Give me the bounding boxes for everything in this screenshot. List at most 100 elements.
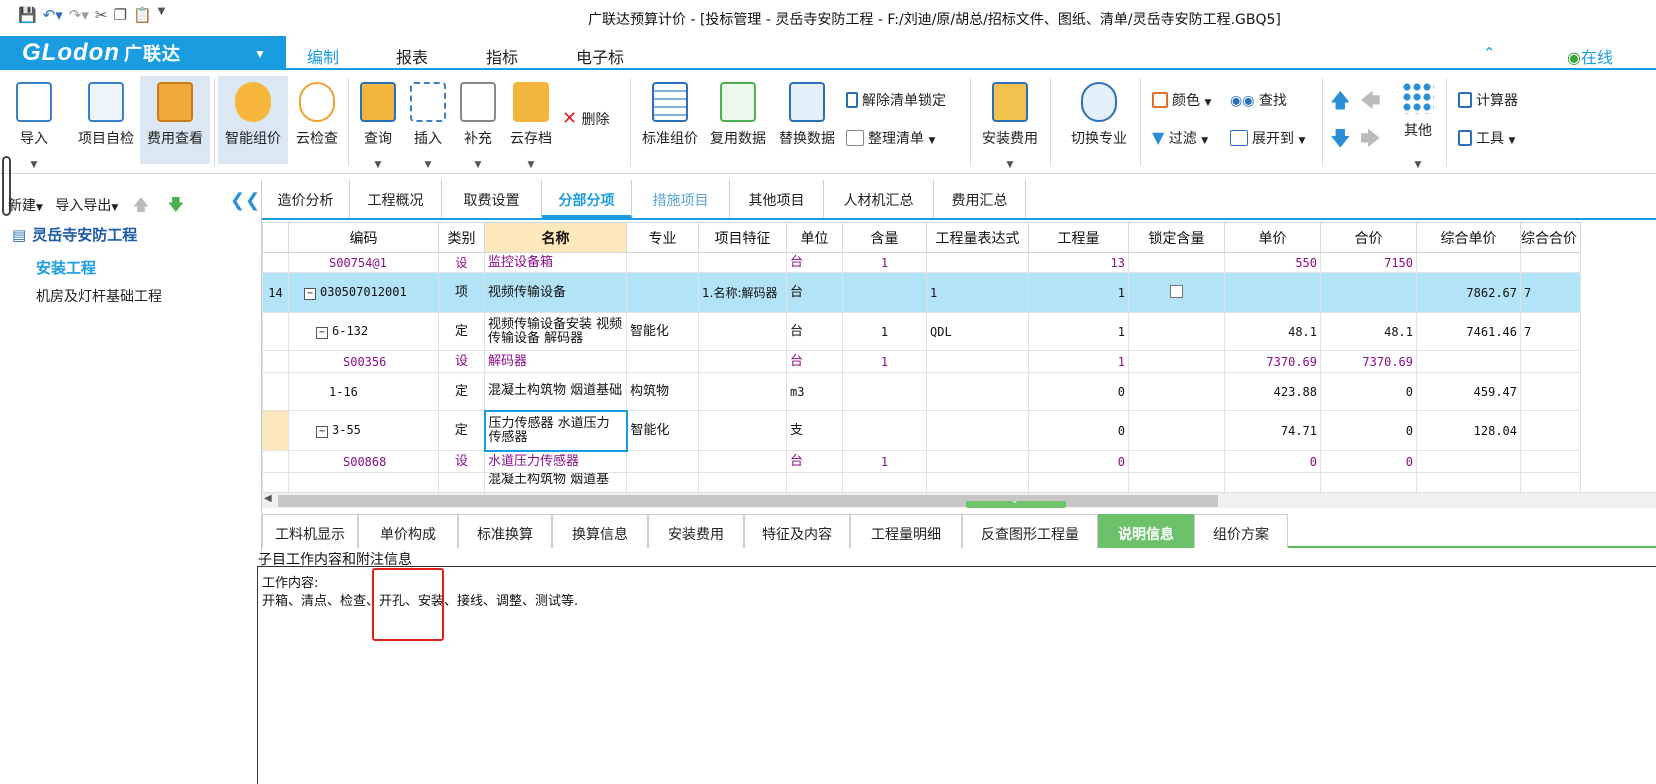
cell-major[interactable] [626,472,699,492]
tab-features-content[interactable]: 特征及内容 [744,514,850,548]
calculator-button[interactable]: 计算器 [1458,90,1518,110]
cell-composite-price[interactable]: 7461.46 [1416,312,1521,351]
cell-name[interactable]: 混凝土构筑物 烟道基础 [484,372,627,411]
cell-unit-price[interactable]: 550 [1224,252,1321,273]
delete-button[interactable]: ✕ 删除 [562,108,610,129]
move-down-icon[interactable]: 🡇 [168,195,184,214]
tree-item-install[interactable]: 安装工程 [36,257,96,278]
cell-composite-total[interactable] [1520,252,1581,273]
cell-type[interactable]: 定 [438,372,485,411]
header-name[interactable]: 名称 [484,222,627,253]
cell-expression[interactable] [926,372,1029,411]
cell-content[interactable] [842,372,927,411]
tab-conversion-info[interactable]: 换算信息 [552,514,648,548]
table-row[interactable]: −6-132 定 视频传输设备安装 视频传输设备 解码器 智能化 台 1 QDL… [262,312,1581,351]
tab-cost-analysis[interactable]: 造价分析 [262,180,350,218]
tab-quantity-detail[interactable]: 工程量明细 [850,514,962,548]
cell-unit[interactable]: 台 [786,312,843,351]
cell-total[interactable]: 48.1 [1320,312,1417,351]
cell-feature[interactable]: 1.名称:解码器 [698,272,787,313]
cell-type[interactable]: 定 [438,312,485,351]
tools-button[interactable]: 工具 ▼ [1458,128,1515,148]
cell-major[interactable]: 智能化 [626,312,699,351]
cell-unit[interactable]: 台 [786,350,843,373]
cell-feature[interactable] [698,410,787,451]
table-row[interactable]: 14 −030507012001 项 视频传输设备 1.名称:解码器 台 1 1… [262,272,1581,313]
cell-unit[interactable]: m3 [786,372,843,411]
tab-description-info[interactable]: 说明信息 [1098,514,1194,548]
cell-composite-total[interactable]: 7 [1520,272,1581,313]
cell-name[interactable]: 视频传输设备 [484,272,627,313]
import-button[interactable]: 导入 ▼ [8,82,60,170]
cell-composite-price[interactable] [1416,252,1521,273]
customize-icon[interactable]: ▼ [158,6,166,24]
cell-expression[interactable] [926,350,1029,373]
header-composite-total[interactable]: 综合合价 [1520,222,1581,253]
cell-quantity[interactable]: 0 [1028,372,1129,411]
table-row[interactable]: S00356 设 解码器 台 1 1 7370.69 7370.69 [262,350,1581,373]
tab-labor-material-summary[interactable]: 人材机汇总 [824,180,934,218]
header-code[interactable]: 编码 [288,222,439,253]
tab-e-bid[interactable]: 电子标 [576,44,624,68]
move-up-icon[interactable]: 🡅 [1330,86,1351,120]
cell-quantity[interactable]: 1 [1028,272,1129,313]
cell-expression[interactable] [926,410,1029,451]
header-content[interactable]: 含量 [842,222,927,253]
cell-content[interactable]: 1 [842,450,927,473]
tab-standard-conversion[interactable]: 标准换算 [458,514,552,548]
header-unit[interactable]: 单位 [786,222,843,253]
tab-reverse-graphic-quantity[interactable]: 反查图形工程量 [962,514,1098,548]
find-button[interactable]: ◉◉ 查找 [1230,90,1287,110]
collapse-icon[interactable]: − [316,327,328,339]
table-row[interactable]: S00868 设 水道压力传感器 台 1 0 0 0 [262,450,1581,473]
new-button[interactable]: 新建▼ [8,198,43,214]
cell-type[interactable]: 设 [438,350,485,373]
move-right-icon[interactable]: 🡆 [1360,124,1381,158]
cell-type[interactable]: 项 [438,272,485,313]
lock-checkbox[interactable] [1170,284,1183,298]
cell-composite-price[interactable]: 128.04 [1416,410,1521,451]
cell-unit-price[interactable] [1224,472,1321,492]
cell-unit[interactable]: 台 [786,450,843,473]
filter-button[interactable]: ▼ 过滤 ▼ [1152,128,1208,148]
tab-edit[interactable]: 编制 [294,44,352,77]
smart-price-button[interactable]: 智能组价 [218,76,288,164]
standard-price-button[interactable]: 标准组价 [640,82,700,148]
import-export-button[interactable]: 导入导出▼ [55,198,118,214]
tab-labor-material-display[interactable]: 工料机显示 [262,514,358,548]
table-row[interactable]: S00754@1 设 监控设备箱 台 1 13 550 7150 [262,252,1581,273]
cell-unit[interactable]: 台 [786,272,843,313]
cell-unit-price[interactable]: 48.1 [1224,312,1321,351]
header-feature[interactable]: 项目特征 [698,222,787,253]
supplement-button[interactable]: 补充 ▼ [458,82,498,170]
cell-unit-price[interactable]: 0 [1224,450,1321,473]
cell-type[interactable]: 设 [438,252,485,273]
cell-feature[interactable] [698,372,787,411]
tab-fee-settings[interactable]: 取费设置 [442,180,542,218]
header-lock-content[interactable]: 锁定含量 [1128,222,1225,253]
cell-name-focused[interactable]: 压力传感器 水道压力传感器 [483,409,628,452]
cell-quantity[interactable]: 0 [1028,410,1129,451]
save-icon[interactable]: 💾 [18,6,37,24]
cell-feature[interactable] [698,450,787,473]
cell-name[interactable]: 监控设备箱 [484,252,627,273]
cell-total[interactable]: 7150 [1320,252,1417,273]
paste-icon[interactable]: 📋 [133,6,152,24]
cell-composite-total[interactable] [1520,410,1581,451]
tab-report[interactable]: 报表 [396,44,428,68]
cell-content[interactable] [842,410,927,451]
expand-to-button[interactable]: 展开到 ▼ [1230,128,1305,148]
cell-quantity[interactable]: 1 [1028,350,1129,373]
cell-composite-price[interactable] [1416,450,1521,473]
cell-unit[interactable]: 支 [786,410,843,451]
collapse-ribbon-icon[interactable]: ⌃ [1483,44,1496,62]
cell-content[interactable]: 1 [842,350,927,373]
table-row[interactable]: 混凝土构筑物 烟道基 [262,472,1581,492]
cell-quantity[interactable] [1028,472,1129,492]
collapse-panel-icon[interactable]: ❮❮ [230,190,260,211]
cell-content[interactable]: 1 [842,312,927,351]
cell-composite-price[interactable]: 7862.67 [1416,272,1521,313]
color-button[interactable]: 颜色 ▼ [1152,90,1211,110]
cell-composite-total[interactable] [1520,350,1581,373]
cell-lock[interactable] [1128,272,1225,313]
